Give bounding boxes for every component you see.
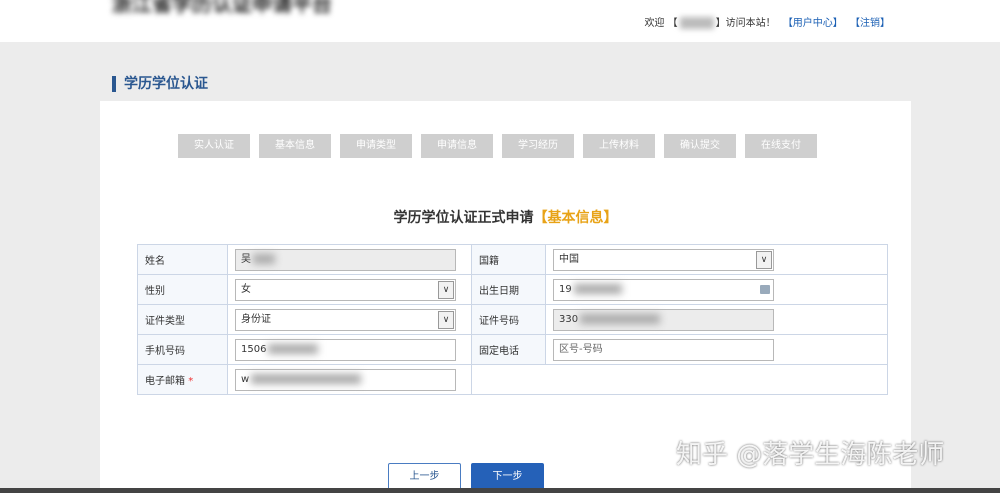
step-apply-info[interactable]: 申请信息 xyxy=(421,134,493,158)
nav-buttons: 上一步 下一步 xyxy=(388,463,544,491)
step-confirm-submit[interactable]: 确认提交 xyxy=(664,134,736,158)
table-row: 姓名 吴 国籍 中国 ∨ xyxy=(137,244,888,275)
calendar-icon[interactable] xyxy=(760,284,770,294)
welcome-bracket: 【 xyxy=(667,18,678,29)
id-type-label: 证件类型 xyxy=(137,304,228,335)
chevron-down-icon: ∨ xyxy=(756,250,772,269)
id-number-input[interactable]: 330 xyxy=(553,308,774,331)
mobile-input[interactable]: 1506 xyxy=(235,338,456,361)
watermark: 知乎 @落学生海陈老师 xyxy=(676,440,945,470)
site-title: 浙江省学历认证申请平台 xyxy=(112,0,332,16)
landline-label: 固定电话 xyxy=(471,334,546,365)
basic-info-table: 姓名 吴 国籍 中国 ∨ 性别 女 ∨ 出生日期 19 证件类型 身份证 ∨ 证件号码 xyxy=(137,244,888,395)
name-input[interactable]: 吴 xyxy=(235,248,456,271)
required-mark: * xyxy=(188,376,194,387)
email-label: 电子邮箱 * xyxy=(137,364,228,395)
id-type-select[interactable]: 身份证 ∨ xyxy=(235,308,456,331)
nationality-select[interactable]: 中国 ∨ xyxy=(553,248,774,271)
user-center-link[interactable]: 【用户中心】 xyxy=(783,18,843,29)
prev-step-button[interactable]: 上一步 xyxy=(388,463,461,491)
welcome-bar: 欢迎 【 】访问本站！ 【用户中心】 【注销】 xyxy=(644,14,890,29)
step-online-payment[interactable]: 在线支付 xyxy=(745,134,817,158)
name-label: 姓名 xyxy=(137,244,228,275)
step-upload-material[interactable]: 上传材料 xyxy=(583,134,655,158)
step-real-name-auth[interactable]: 实人认证 xyxy=(178,134,250,158)
chevron-down-icon: ∨ xyxy=(438,280,454,299)
email-input[interactable]: w xyxy=(235,368,456,391)
table-row: 证件类型 身份证 ∨ 证件号码 330 xyxy=(137,304,888,335)
top-bar: 浙江省学历认证申请平台 欢迎 【 】访问本站！ 【用户中心】 【注销】 xyxy=(0,0,1000,42)
welcome-suffix: 】访问本站！ xyxy=(715,18,776,29)
table-row: 手机号码 1506 固定电话 区号-号码 xyxy=(137,334,888,365)
table-row: 电子邮箱 * w xyxy=(137,364,888,395)
form-title-highlight: 【基本信息】 xyxy=(533,210,618,226)
gender-label: 性别 xyxy=(137,274,228,305)
form-title-text: 学历学位认证正式申请 xyxy=(393,210,534,226)
step-study-history[interactable]: 学习经历 xyxy=(502,134,574,158)
welcome-prefix: 欢迎 xyxy=(644,18,665,29)
landline-input[interactable]: 区号-号码 xyxy=(553,338,774,361)
step-apply-type[interactable]: 申请类型 xyxy=(340,134,412,158)
section-title: 学历学位认证 xyxy=(112,76,208,92)
logout-link[interactable]: 【注销】 xyxy=(850,18,890,29)
table-row: 性别 女 ∨ 出生日期 19 xyxy=(137,274,888,305)
birth-date-label: 出生日期 xyxy=(471,274,546,305)
step-basic-info[interactable]: 基本信息 xyxy=(259,134,331,158)
step-bar: 实人认证 基本信息 申请类型 申请信息 学习经历 上传材料 确认提交 在线支付 xyxy=(178,134,817,158)
mobile-label: 手机号码 xyxy=(137,334,228,365)
nationality-label: 国籍 xyxy=(471,244,546,275)
username-blurred xyxy=(679,17,714,29)
chevron-down-icon: ∨ xyxy=(438,310,454,329)
gender-select[interactable]: 女 ∨ xyxy=(235,278,456,301)
next-step-button[interactable]: 下一步 xyxy=(471,463,544,491)
birth-date-input[interactable]: 19 xyxy=(553,278,774,301)
form-title: 学历学位认证正式申请【基本信息】 xyxy=(100,207,911,227)
id-number-label: 证件号码 xyxy=(471,304,546,335)
bottom-strip xyxy=(0,488,1000,493)
